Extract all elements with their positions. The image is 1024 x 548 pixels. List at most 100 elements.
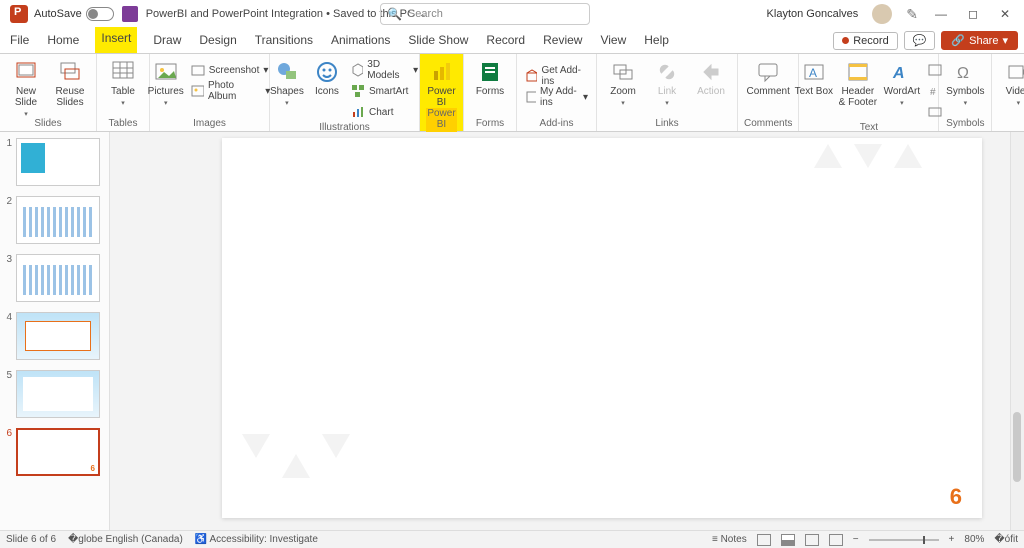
tab-design[interactable]: Design [197,29,238,53]
slide-canvas[interactable]: 6 [222,138,982,518]
svg-text:A: A [809,66,817,80]
tab-slide-show[interactable]: Slide Show [406,29,470,53]
tab-transitions[interactable]: Transitions [253,29,315,53]
tab-insert[interactable]: Insert [95,27,137,53]
tab-help[interactable]: Help [642,29,671,53]
comment-button[interactable]: Comment [748,56,788,97]
photo-album-button[interactable]: Photo Album ▾ [189,81,273,101]
user-name[interactable]: Klayton Goncalves [767,8,859,20]
symbols-button[interactable]: Ω Symbols▾ [945,56,985,107]
group-symbols: Ω Symbols▾ Symbols [939,54,992,131]
fit-to-window-button[interactable]: �ófit [994,534,1018,545]
new-slide-button[interactable]: New Slide▾ [6,56,46,118]
sorter-view-icon[interactable] [781,534,795,546]
pictures-button[interactable]: Pictures▾ [147,56,185,107]
slide-thumb-5[interactable] [16,370,100,418]
chart-icon [351,105,365,119]
comment-icon [756,60,780,84]
tab-review[interactable]: Review [541,29,584,53]
group-slides: New Slide▾ Reuse Slides Slides [0,54,97,131]
3d-models-button[interactable]: 3D Models ▾ [349,60,420,80]
thumb-num-2: 2 [4,196,12,207]
reuse-slides-button[interactable]: Reuse Slides [50,56,90,108]
my-addins-button[interactable]: My Add-ins ▾ [523,87,590,107]
share-button[interactable]: 🔗 Share ▾ [941,31,1018,50]
group-powerbi: Power BI Power BI [420,54,464,131]
forms-button[interactable]: Forms [470,56,510,97]
icons-button[interactable]: Icons [309,56,345,97]
title-bar: AutoSave PowerBI and PowerPoint Integrat… [0,0,1024,28]
document-title[interactable]: PowerBI and PowerPoint Integration • Sav… [146,8,415,20]
get-addins-button[interactable]: Get Add-ins [523,66,590,86]
tab-home[interactable]: Home [45,29,81,53]
slide-canvas-area[interactable]: 6 [110,132,1010,530]
accessibility-status[interactable]: ♿ Accessibility: Investigate [195,534,318,545]
table-button[interactable]: Table▾ [103,56,143,107]
slide-thumb-1[interactable] [16,138,100,186]
group-label-images: Images [156,118,263,131]
video-button[interactable]: Video▾ [998,56,1024,107]
zoom-in-button[interactable]: + [949,534,955,545]
comments-pane-button[interactable]: 💬 [904,31,936,50]
slide-thumbnail-panel[interactable]: 1 2 3 4 5 66 [0,132,110,530]
save-icon[interactable] [122,6,138,22]
link-button: Link▾ [647,56,687,107]
photo-album-icon [191,84,204,98]
tab-view[interactable]: View [598,29,628,53]
reuse-slides-icon [58,60,82,84]
group-addins: Get Add-ins My Add-ins ▾ Add-ins [517,54,597,131]
shapes-button[interactable]: Shapes▾ [269,56,305,107]
zoom-out-button[interactable]: − [853,534,859,545]
user-avatar[interactable] [872,4,892,24]
symbols-icon: Ω [953,60,977,84]
maximize-button[interactable]: ◻ [964,7,982,21]
smartart-button[interactable]: SmartArt [349,81,420,101]
notes-button[interactable]: ≡ Notes [712,534,747,545]
chart-button[interactable]: Chart [349,102,420,122]
slide-counter[interactable]: Slide 6 of 6 [6,534,56,545]
group-comments: Comment Comments [738,54,799,131]
text-box-button[interactable]: A Text Box [794,56,834,97]
group-label-forms: Forms [470,118,510,131]
group-label-symbols: Symbols [945,118,985,131]
pictures-icon [154,60,178,84]
tab-draw[interactable]: Draw [151,29,183,53]
reading-view-icon[interactable] [805,534,819,546]
group-illustrations: Shapes▾ Icons 3D Models ▾ SmartArt Chart… [270,54,420,131]
header-footer-button[interactable]: Header & Footer [838,56,878,108]
wordart-button[interactable]: A WordArt▾ [882,56,922,107]
group-text: A Text Box Header & Footer A WordArt▾ # … [799,54,939,131]
svg-text:A: A [892,65,905,82]
scrollbar-thumb[interactable] [1013,412,1021,482]
close-button[interactable]: ✕ [996,7,1014,21]
minimize-button[interactable]: — [932,7,950,21]
group-images: Pictures▾ Screenshot ▾ Photo Album ▾ Ima… [150,54,270,131]
autosave-toggle[interactable] [86,7,114,21]
powerbi-button[interactable]: Power BI [422,56,462,108]
table-icon [111,60,135,84]
screenshot-button[interactable]: Screenshot ▾ [189,60,273,80]
tab-record[interactable]: Record [484,29,527,53]
tab-file[interactable]: File [8,29,31,53]
store-icon [525,69,537,83]
slide-thumb-3[interactable] [16,254,100,302]
slide-thumb-6[interactable]: 6 [16,428,100,476]
zoom-button[interactable]: Zoom▾ [603,56,643,107]
pen-icon[interactable]: ✎ [906,6,918,23]
thumb-num-3: 3 [4,254,12,265]
search-input[interactable]: 🔍 Search [380,3,590,25]
zoom-level[interactable]: 80% [964,534,984,545]
slideshow-view-icon[interactable] [829,534,843,546]
record-button[interactable]: Record [833,32,897,50]
vertical-scrollbar[interactable] [1010,132,1024,530]
cube-icon [351,63,363,77]
zoom-slider[interactable] [869,539,939,541]
language-status[interactable]: �globe English (Canada) [68,534,183,545]
tab-animations[interactable]: Animations [329,29,392,53]
workspace: 1 2 3 4 5 66 6 [0,132,1024,530]
normal-view-icon[interactable] [757,534,771,546]
search-placeholder: Search [408,8,443,20]
record-dot-icon [842,37,849,44]
slide-thumb-4[interactable] [16,312,100,360]
slide-thumb-2[interactable] [16,196,100,244]
